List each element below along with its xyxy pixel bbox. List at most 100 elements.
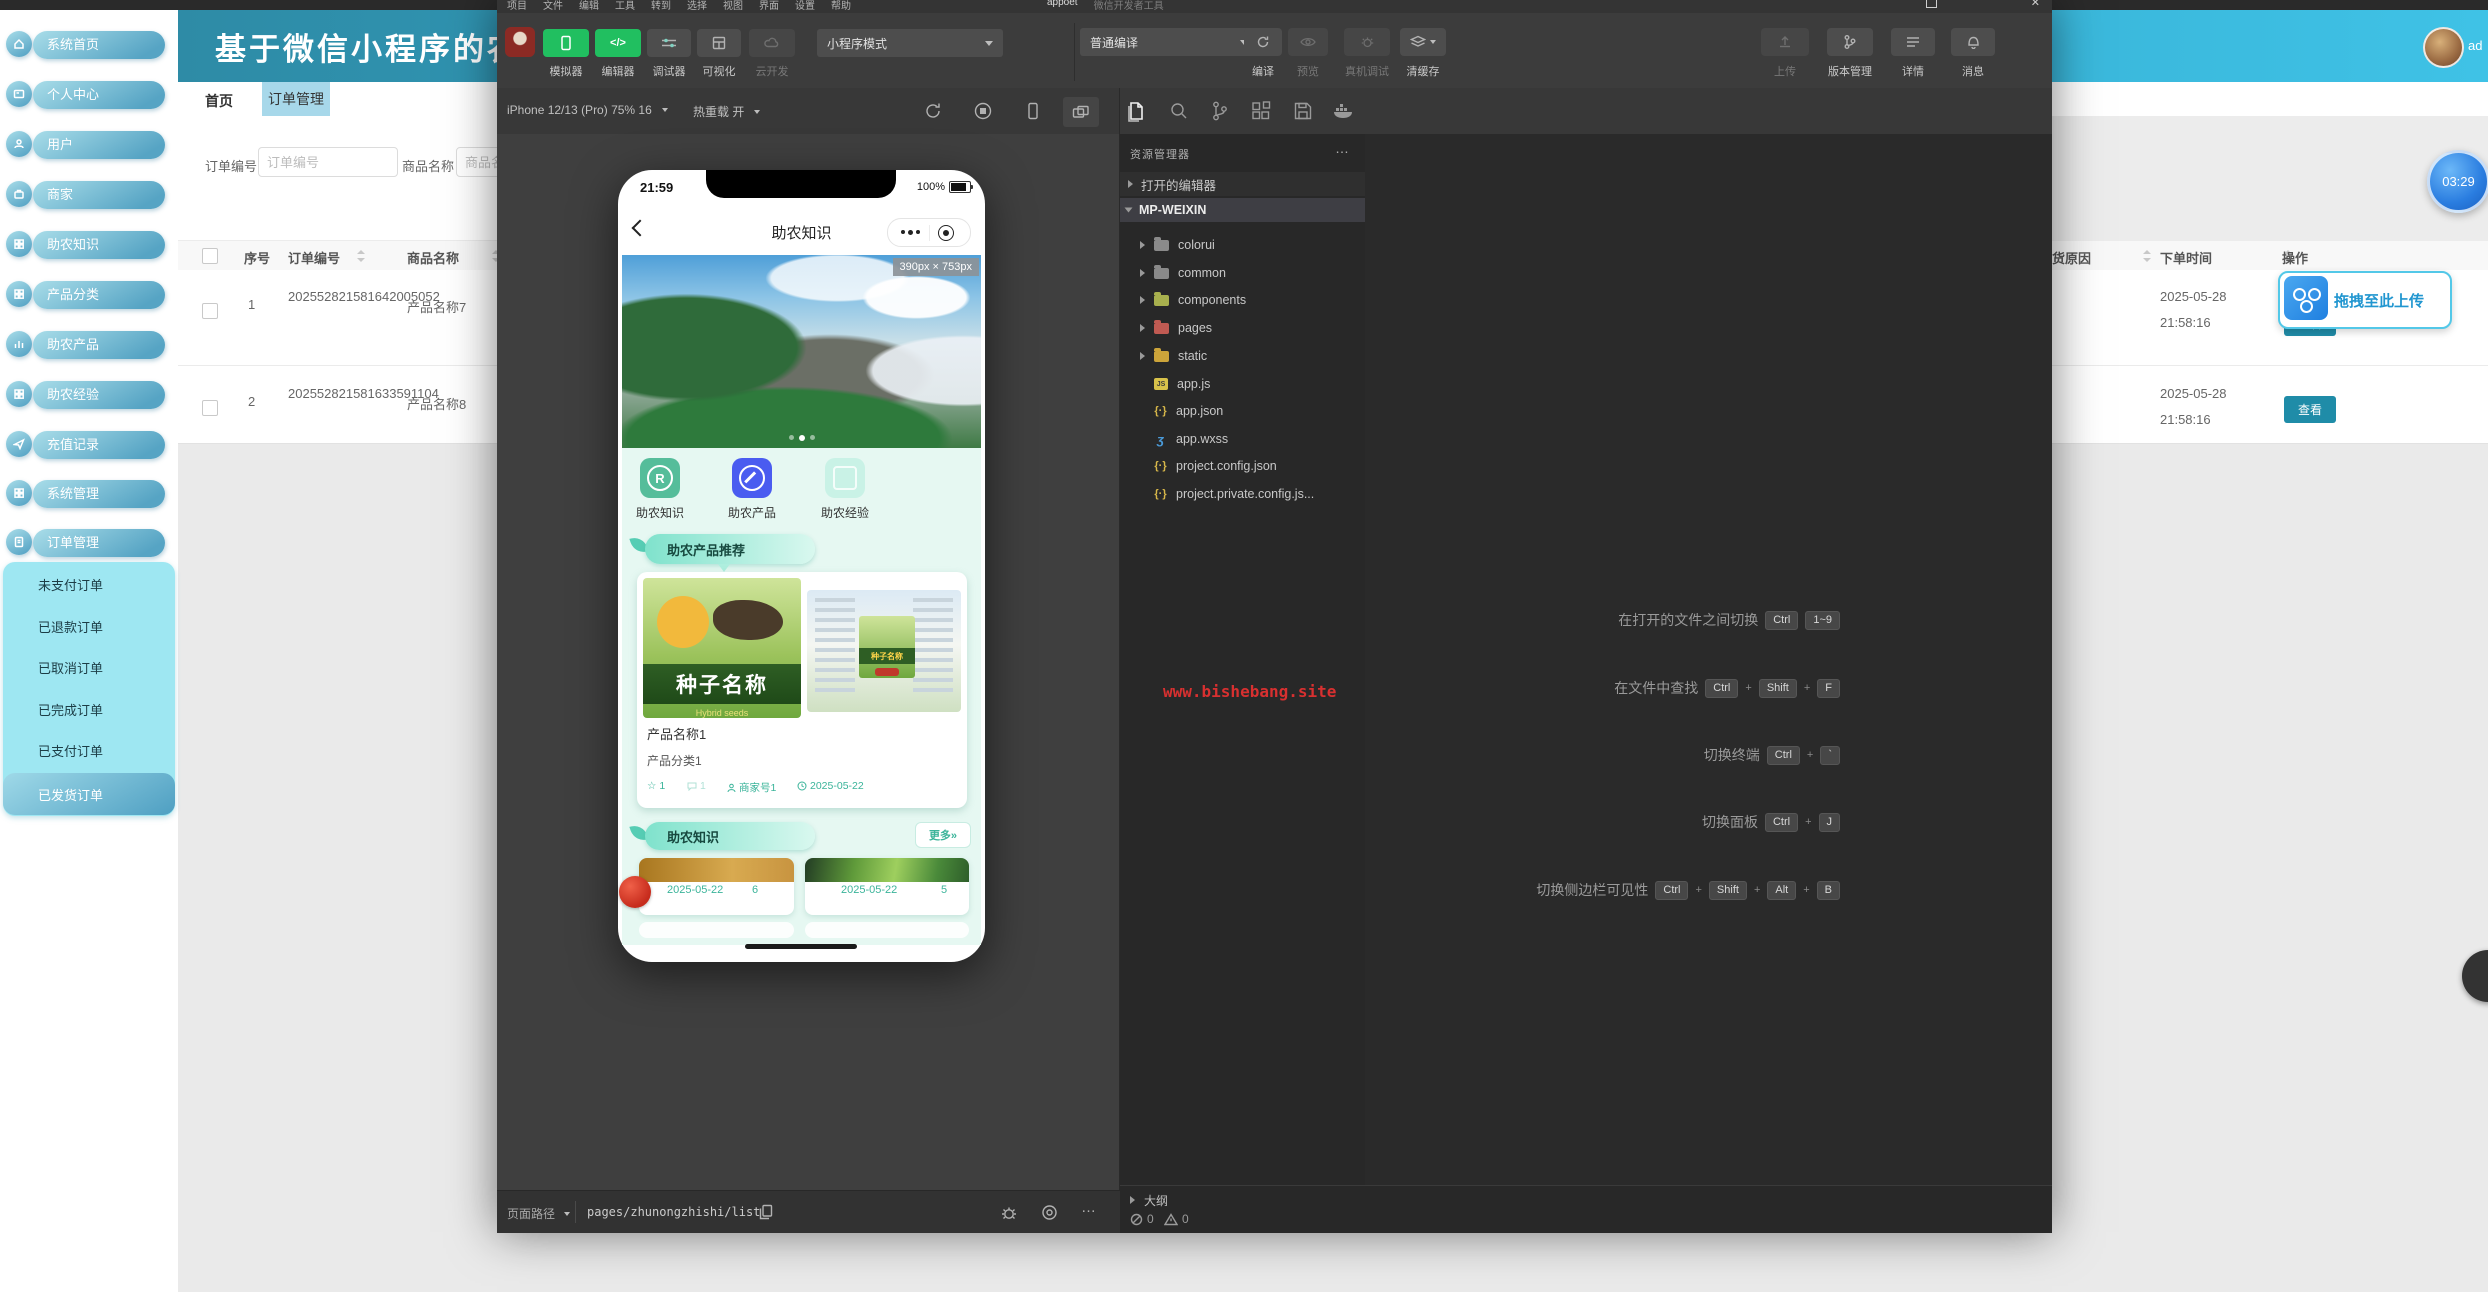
simulator-toggle[interactable] [543, 29, 589, 57]
product-card[interactable]: 种子名称 Hybrid seeds 种子名称 产品名称1 产品分类1 ☆1 1 … [637, 572, 967, 808]
tree-file-appwxss[interactable]: ʒ app.wxss [1120, 427, 1365, 451]
sidebar-item-experience[interactable]: 助农经验 [33, 381, 165, 409]
tree-folder-common[interactable]: common [1120, 261, 1365, 285]
sidebar-item-category[interactable]: 产品分类 [33, 281, 165, 309]
mode-dropdown[interactable]: 小程序模式 [817, 29, 1003, 57]
menu-project[interactable]: 项目 [507, 0, 527, 12]
menu-knowledge-label[interactable]: 助农知识 [630, 504, 690, 521]
tree-file-appjson[interactable]: {·} app.json [1120, 399, 1365, 423]
submenu-refunded[interactable]: 已退款订单 [3, 619, 210, 637]
submenu-cancelled[interactable]: 已取消订单 [3, 660, 210, 678]
banner-image[interactable] [622, 255, 981, 448]
open-editors-row[interactable]: 打开的编辑器 [1120, 172, 1365, 196]
sidebar-item-profile[interactable]: 个人中心 [33, 81, 165, 109]
submenu-paid[interactable]: 已支付订单 [3, 743, 210, 761]
visual-toggle[interactable] [697, 29, 741, 57]
col-time[interactable]: 下单时间 [2160, 248, 2212, 267]
tree-file-projectconfig[interactable]: {·} project.config.json [1120, 454, 1365, 478]
row-checkbox[interactable] [202, 400, 218, 416]
menu-view[interactable]: 视图 [723, 0, 743, 12]
copy-path-icon[interactable] [759, 1204, 773, 1225]
view-button[interactable]: 查看 [2284, 396, 2336, 423]
device-selector[interactable]: iPhone 12/13 (Pro) 75% 16 [507, 103, 668, 117]
knowledge-card[interactable]: 2025-05-22 6 [639, 858, 794, 915]
editor-toggle[interactable]: </> [595, 29, 641, 57]
menu-tools[interactable]: 工具 [615, 0, 635, 12]
menu-experience-label[interactable]: 助农经验 [815, 504, 875, 521]
sidebar-item-system[interactable]: 系统管理 [33, 480, 165, 508]
activity-search-icon[interactable] [1169, 101, 1189, 126]
more-dots-icon[interactable] [901, 230, 920, 235]
more-button[interactable]: 更多» [915, 822, 971, 848]
sidebar-item-recharge[interactable]: 充值记录 [33, 431, 165, 459]
tree-folder-pages[interactable]: pages [1120, 316, 1365, 340]
maximize-icon[interactable] [1926, 0, 1937, 8]
tab-order-active[interactable]: 订单管理 [262, 82, 330, 116]
sort-icon[interactable] [2143, 250, 2151, 262]
floating-button[interactable] [2462, 950, 2488, 1002]
debugger-toggle[interactable] [647, 29, 691, 57]
menu-ui[interactable]: 界面 [759, 0, 779, 12]
col-order-no[interactable]: 订单编号 [288, 248, 340, 267]
activity-save-icon[interactable] [1293, 101, 1313, 126]
phone-mode-icon[interactable] [1023, 101, 1043, 126]
capsule-home-icon[interactable] [938, 225, 954, 241]
menu-help[interactable]: 帮助 [831, 0, 851, 12]
menu-settings[interactable]: 设置 [795, 0, 815, 12]
submenu-unpaid[interactable]: 未支付订单 [3, 577, 210, 595]
tab-home[interactable]: 首页 [205, 91, 233, 111]
activity-extensions-icon[interactable] [1251, 101, 1271, 126]
refresh-icon[interactable] [923, 101, 943, 126]
col-index[interactable]: 序号 [244, 248, 270, 267]
detach-window-icon[interactable] [1063, 97, 1099, 127]
tree-folder-colorui[interactable]: colorui [1120, 233, 1365, 257]
avatar[interactable] [2423, 27, 2464, 68]
carousel-dots[interactable] [618, 435, 985, 441]
statusbar-eye-icon[interactable] [1041, 1204, 1058, 1226]
sidebar-item-orders[interactable]: 订单管理 [33, 529, 165, 557]
sidebar-item-product[interactable]: 助农产品 [33, 331, 165, 359]
compile-mode-dropdown[interactable]: 普通编译 [1080, 28, 1258, 56]
tree-folder-components[interactable]: components [1120, 288, 1365, 312]
menu-knowledge-icon[interactable]: R [640, 458, 680, 498]
menu-file[interactable]: 文件 [543, 0, 563, 12]
version-button[interactable] [1827, 28, 1873, 56]
submenu-completed[interactable]: 已完成订单 [3, 702, 210, 720]
outline-chevron-icon[interactable] [1130, 1196, 1135, 1204]
record-icon[interactable] [973, 101, 993, 126]
row-checkbox[interactable] [202, 303, 218, 319]
outline-label[interactable]: 大纲 [1144, 1192, 1168, 1209]
sidebar-item-knowledge[interactable]: 助农知识 [33, 231, 165, 259]
activity-files-icon[interactable] [1125, 99, 1147, 128]
product-comments[interactable]: 1 [687, 780, 706, 792]
tree-folder-static[interactable]: static [1120, 344, 1365, 368]
compile-button[interactable] [1244, 28, 1282, 56]
statusbar-more-icon[interactable]: … [1081, 1199, 1098, 1216]
capsule-button[interactable] [887, 218, 971, 247]
sort-icon[interactable] [357, 250, 365, 262]
error-count[interactable]: 0 [1130, 1212, 1154, 1226]
activity-docker-icon[interactable] [1333, 103, 1355, 124]
menu-edit[interactable]: 编辑 [579, 0, 599, 12]
sidebar-item-home[interactable]: 系统首页 [33, 31, 165, 59]
menu-product-label[interactable]: 助农产品 [722, 504, 782, 521]
close-icon[interactable]: ✕ [2031, 0, 2040, 9]
explorer-more-icon[interactable]: … [1335, 140, 1351, 156]
warning-count[interactable]: 0 [1164, 1212, 1189, 1226]
statusbar-bug-icon[interactable] [1001, 1204, 1017, 1226]
menu-goto[interactable]: 转到 [651, 0, 671, 12]
menu-select[interactable]: 选择 [687, 0, 707, 12]
devtools-avatar[interactable] [505, 27, 535, 57]
knowledge-card[interactable]: 2025-05-22 5 [805, 858, 969, 915]
col-reason[interactable]: 货原因 [2052, 248, 2091, 267]
clock-badge[interactable]: 03:29 [2427, 150, 2488, 213]
upload-tooltip[interactable]: 拖拽至此上传 [2278, 271, 2452, 329]
menu-experience-icon[interactable] [825, 458, 865, 498]
tree-file-appjs[interactable]: JS app.js [1120, 372, 1365, 396]
product-likes[interactable]: ☆1 [647, 780, 665, 792]
project-root-row[interactable]: MP-WEIXIN [1120, 198, 1365, 222]
detail-button[interactable] [1891, 28, 1935, 56]
hot-reload-selector[interactable]: 热重载 开 [693, 103, 760, 120]
menu-product-icon[interactable] [732, 458, 772, 498]
tree-file-privateconfig[interactable]: {·} project.private.config.js... [1120, 482, 1365, 506]
